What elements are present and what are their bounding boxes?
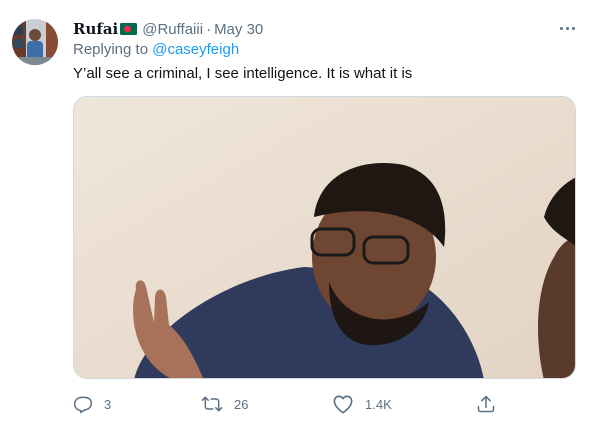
media-image: [74, 97, 575, 378]
tweet-date[interactable]: May 30: [214, 21, 263, 38]
avatar[interactable]: [12, 19, 58, 65]
like-button[interactable]: 1.4K: [332, 393, 392, 415]
reply-count: 3: [104, 396, 112, 412]
retweet-button[interactable]: 26: [201, 393, 248, 415]
display-name[interactable]: Rufai: [73, 20, 118, 38]
bangladesh-flag-icon: [120, 23, 138, 35]
share-icon: [477, 395, 495, 413]
more-options-button[interactable]: [555, 21, 579, 35]
reply-button[interactable]: 3: [73, 393, 111, 415]
tweet-header: Rufai @Ruffaiii · May 30: [73, 19, 263, 39]
replying-to-handle[interactable]: @caseyfeigh: [152, 41, 239, 58]
tweet: Rufai @Ruffaiii · May 30 Replying to @ca…: [0, 0, 593, 428]
like-count: 1.4K: [365, 396, 392, 412]
separator-dot: ·: [206, 20, 212, 38]
author-handle[interactable]: @Ruffaiii: [142, 21, 203, 38]
tweet-media[interactable]: [73, 96, 576, 379]
tweet-text: Y’all see a criminal, I see intelligence…: [73, 65, 413, 82]
replying-to: Replying to @caseyfeigh: [73, 41, 239, 58]
avatar-photo: [12, 19, 58, 65]
more-icon: [559, 26, 563, 30]
replying-to-label: Replying to: [73, 41, 149, 58]
like-icon: [333, 395, 353, 414]
tweet-actions: 3 26 1.4K: [73, 393, 593, 415]
retweet-icon: [201, 396, 223, 412]
retweet-count: 26: [234, 396, 249, 412]
reply-icon: [73, 396, 93, 414]
share-button[interactable]: [476, 393, 496, 415]
